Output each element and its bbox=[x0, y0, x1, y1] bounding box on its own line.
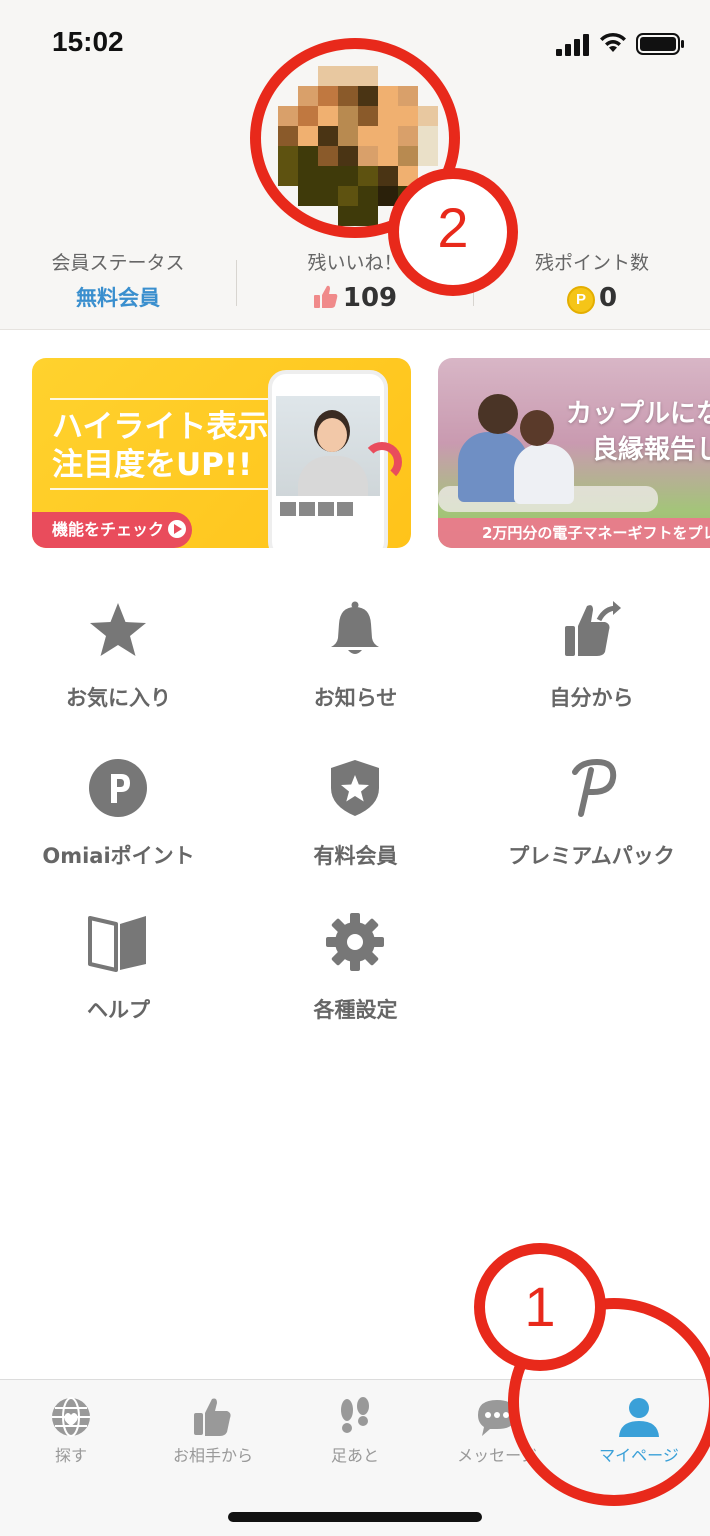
premium-p-icon bbox=[572, 758, 617, 817]
menu-label: 自分から bbox=[549, 686, 634, 710]
banner-title-line: 注目度をUP!! bbox=[52, 447, 253, 483]
menu-label: お気に入り bbox=[66, 686, 171, 710]
banner-title-line: カップルにな bbox=[566, 399, 710, 429]
phone-photo bbox=[276, 396, 380, 496]
menu-label: プレミアムパック bbox=[508, 844, 675, 868]
gift-ribbon: 2万円分の電子マネーギフトをプレ bbox=[438, 518, 710, 548]
tab-label: 足あと bbox=[330, 1446, 379, 1465]
phone-thumbnails bbox=[280, 502, 376, 516]
tab-search[interactable]: 探す bbox=[0, 1380, 142, 1470]
coin-icon: P bbox=[566, 286, 595, 314]
tab-from-partner[interactable]: お相手から bbox=[142, 1380, 284, 1470]
check-feature-button[interactable]: 機能をチェック bbox=[32, 512, 192, 548]
member-status-label: 会員ステータス bbox=[51, 252, 185, 274]
remaining-points-value-wrap: P0 bbox=[474, 278, 710, 318]
thumbs-up-icon bbox=[313, 285, 338, 308]
thumbnail bbox=[337, 502, 353, 516]
footprints-icon bbox=[341, 1397, 369, 1433]
battery-icon bbox=[636, 33, 684, 55]
thumbs-up-icon bbox=[194, 1398, 231, 1436]
menu-paid-member[interactable]: 有料会員 bbox=[237, 758, 474, 898]
member-status-value: 無料会員 bbox=[76, 286, 160, 310]
couple-woman-body bbox=[514, 444, 574, 504]
menu-from-me[interactable]: 自分から bbox=[473, 600, 710, 740]
stats-row: 会員ステータス 無料会員 残いいね！ 109 残ポイント数 P0 bbox=[0, 248, 710, 318]
banner-title-line: ハイライト表示で bbox=[52, 409, 300, 445]
cellular-signal-icon bbox=[556, 34, 589, 56]
thumbnail bbox=[299, 502, 315, 516]
curved-arrow-icon bbox=[362, 442, 402, 482]
tab-footprints[interactable]: 足あと bbox=[284, 1380, 426, 1470]
banner-rule bbox=[50, 488, 282, 490]
menu-premium-pack[interactable]: プレミアムパック bbox=[473, 758, 710, 898]
gear-icon bbox=[326, 913, 384, 971]
book-icon bbox=[88, 916, 146, 972]
bell-icon bbox=[331, 601, 379, 654]
menu-settings[interactable]: 各種設定 bbox=[237, 912, 474, 1052]
annotation-number-one: 1 bbox=[524, 1275, 556, 1338]
home-indicator[interactable] bbox=[228, 1512, 482, 1522]
couple-report-banner[interactable]: カップルにな 良縁報告し 2万円分の電子マネーギフトをプレ bbox=[438, 358, 710, 548]
banner-title-line: 良縁報告し bbox=[592, 435, 710, 465]
menu-label: ヘルプ bbox=[87, 998, 150, 1022]
stats-divider bbox=[236, 260, 237, 306]
menu-omiai-points[interactable]: Omiaiポイント bbox=[0, 758, 237, 898]
menu-label: お知らせ bbox=[313, 686, 398, 710]
wifi-icon bbox=[600, 32, 626, 52]
status-time: 15:02 bbox=[52, 26, 124, 57]
banner-title: カップルにな 良縁報告し bbox=[566, 396, 710, 468]
remaining-points-value: 0 bbox=[598, 283, 618, 313]
thumbnail bbox=[280, 502, 296, 516]
globe-icon bbox=[52, 1397, 90, 1437]
phone-person-body bbox=[298, 456, 368, 496]
tab-label: お相手から bbox=[172, 1446, 253, 1465]
phone-person-face bbox=[317, 418, 347, 452]
menu-label: 各種設定 bbox=[313, 998, 398, 1022]
menu-help[interactable]: ヘルプ bbox=[0, 912, 237, 1052]
menu-favorites[interactable]: お気に入り bbox=[0, 600, 237, 740]
menu-label: 有料会員 bbox=[313, 844, 398, 868]
member-status-stat[interactable]: 会員ステータス 無料会員 bbox=[0, 248, 236, 318]
thumbnail bbox=[318, 502, 334, 516]
menu-notifications[interactable]: お知らせ bbox=[237, 600, 474, 740]
thumbs-up-share-icon bbox=[565, 601, 621, 656]
menu-label: Omiaiポイント bbox=[42, 844, 195, 868]
banner-rule bbox=[50, 398, 282, 400]
phone-header bbox=[272, 374, 384, 396]
banner-title: ハイライト表示で 注目度をUP!! bbox=[52, 408, 302, 484]
check-feature-label: 機能をチェック bbox=[52, 520, 165, 539]
couple-man-head bbox=[478, 394, 518, 434]
points-icon bbox=[89, 759, 147, 817]
tab-label: 探す bbox=[54, 1446, 87, 1465]
highlight-banner[interactable]: ハイライト表示で 注目度をUP!! 機能をチェック bbox=[32, 358, 411, 548]
couple-woman-head bbox=[520, 410, 554, 446]
remaining-likes-value: 109 bbox=[342, 283, 398, 313]
annotation-number-two: 2 bbox=[437, 196, 469, 259]
shield-star-icon bbox=[331, 760, 379, 816]
play-icon bbox=[168, 520, 187, 538]
star-icon bbox=[90, 603, 146, 656]
